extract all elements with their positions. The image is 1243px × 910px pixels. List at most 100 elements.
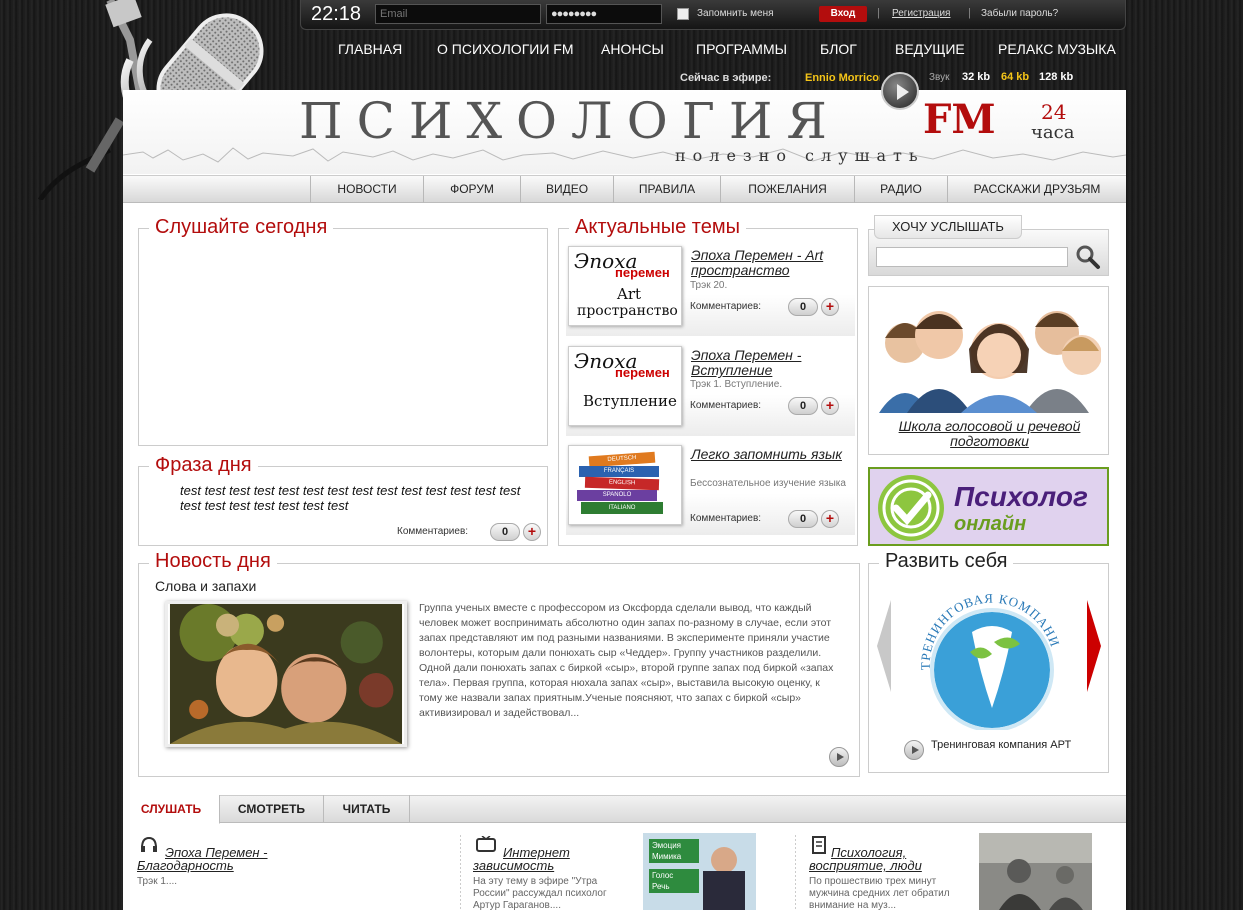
add-comment-button[interactable]: +: [821, 298, 839, 316]
topic-title[interactable]: Эпоха Перемен - Вступление: [691, 348, 851, 378]
news-play-button[interactable]: [829, 747, 849, 767]
comment-count: 0: [788, 298, 818, 316]
bottom-item-title[interactable]: Эпоха Перемен - Благодарность: [137, 846, 297, 872]
register-link[interactable]: Регистрация: [892, 8, 950, 19]
sub-nav-rules[interactable]: ПРАВИЛА: [613, 176, 720, 203]
bottom-item-subtitle: На эту тему в эфире "Утра России" рассуж…: [473, 876, 607, 910]
add-comment-button[interactable]: +: [821, 397, 839, 415]
news-image[interactable]: [165, 601, 407, 747]
psychologist-online-banner[interactable]: Психолог онлайн: [868, 467, 1109, 546]
topic-subtitle: Бессознательное изучение языка: [690, 478, 846, 489]
psychologist-line2: онлайн: [954, 513, 1027, 535]
add-comment-button[interactable]: +: [821, 510, 839, 528]
clock: 22:18: [311, 3, 362, 25]
tab-listen[interactable]: СЛУШАТЬ: [123, 795, 220, 824]
sub-nav: НОВОСТИ ФОРУМ ВИДЕО ПРАВИЛА ПОЖЕЛАНИЯ РА…: [123, 175, 1126, 203]
prev-arrow-icon[interactable]: [877, 600, 891, 692]
sub-nav-news[interactable]: НОВОСТИ: [310, 176, 423, 203]
listen-today-title: Слушайте сегодня: [149, 216, 334, 239]
search-icon[interactable]: [1075, 244, 1101, 270]
books-image[interactable]: DEUTSCH FRANÇAIS ENGLISH SPANOLO ITALIAN…: [568, 445, 682, 525]
login-button[interactable]: Вход: [819, 6, 867, 22]
bitrate-128[interactable]: 128 kb: [1039, 71, 1073, 83]
main-nav-item[interactable]: ПРОГРАММЫ: [696, 41, 787, 57]
bitrate-64[interactable]: 64 kb: [1001, 71, 1029, 83]
comment-count: 0: [490, 523, 520, 541]
develop-title: Развить себя: [879, 550, 1014, 573]
checkmark-icon: [878, 475, 944, 541]
sound-label: Звук: [929, 72, 950, 83]
develop-play-button[interactable]: [904, 740, 924, 760]
students-photo: [877, 293, 1101, 413]
sub-nav-tell-friends[interactable]: РАССКАЖИ ДРУЗЬЯМ: [947, 176, 1126, 203]
topic-image[interactable]: Эпоха перемен Art пространство: [568, 246, 682, 326]
main-nav-item[interactable]: РЕЛАКС МУЗЫКА: [998, 41, 1116, 57]
separator: |: [877, 7, 880, 19]
topics-title: Актуальные темы: [569, 216, 746, 239]
topic-title[interactable]: Эпоха Перемен - Art пространство: [691, 248, 851, 278]
remember-label: Запомнить меня: [697, 8, 774, 19]
sub-nav-forum[interactable]: ФОРУМ: [423, 176, 520, 203]
develop-caption[interactable]: Тренинговая компания АРТ: [931, 739, 1071, 751]
divider: [795, 835, 796, 910]
remember-checkbox[interactable]: [677, 8, 689, 20]
comment-count: 0: [788, 397, 818, 415]
sub-nav-radio[interactable]: РАДИО: [854, 176, 947, 203]
main-nav-item[interactable]: О ПСИХОЛОГИИ FM: [437, 41, 574, 57]
article-thumbnail[interactable]: [979, 833, 1092, 910]
add-comment-button[interactable]: +: [523, 523, 541, 541]
logo-fm: FM: [923, 96, 996, 143]
comments-label: Комментариев:: [690, 400, 762, 411]
tab-read[interactable]: ЧИТАТЬ: [324, 795, 410, 823]
art-company-logo[interactable]: ТРЕНИНГОВАЯ КОМПАНИЯ АРТ: [910, 580, 1070, 730]
listen-today-panel: [138, 228, 548, 446]
bottom-item-subtitle: По прошествию трех минут мужчина средних…: [809, 876, 950, 910]
phrase-text: test test test test test test test test …: [180, 483, 521, 513]
school-banner[interactable]: Школа голосовой и речевой подготовки: [868, 286, 1109, 455]
main-nav-item[interactable]: ГЛАВНАЯ: [338, 41, 402, 57]
onair-label: Сейчас в эфире:: [680, 72, 772, 84]
logo-hours: 24: [1041, 100, 1067, 124]
news-title: Новость дня: [149, 550, 277, 573]
bitrate-32[interactable]: 32 kb: [962, 71, 990, 83]
tab-watch[interactable]: СМОТРЕТЬ: [220, 795, 324, 823]
main-nav-item[interactable]: ВЕДУЩИЕ: [895, 41, 965, 57]
logo-title: ПСИХОЛОГИЯ: [299, 92, 841, 150]
topic-subtitle: Трэк 1. Вступление.: [690, 379, 783, 390]
psychologist-line1: Психолог: [954, 481, 1088, 512]
login-bar: 22:18 ●●●●●●●● Запомнить меня Вход | Рег…: [300, 0, 1126, 30]
divider: [460, 835, 461, 910]
sub-nav-wishes[interactable]: ПОЖЕЛАНИЯ: [720, 176, 854, 203]
comments-label: Комментариев:: [397, 526, 469, 537]
phrase-title: Фраза дня: [149, 454, 258, 477]
comments-label: Комментариев:: [690, 513, 762, 524]
password-input[interactable]: ●●●●●●●●: [546, 4, 662, 24]
main-nav-item[interactable]: АНОНСЫ: [601, 41, 664, 57]
topic-item[interactable]: DEUTSCH FRANÇAIS ENGLISH SPANOLO ITALIAN…: [566, 443, 855, 535]
header-band: ПСИХОЛОГИЯ FM полезно слушать 24 часа: [123, 90, 1126, 174]
topic-subtitle: Трэк 20.: [690, 280, 728, 291]
search-input[interactable]: [876, 247, 1068, 267]
news-subtitle[interactable]: Слова и запахи: [155, 578, 256, 594]
main-nav-item[interactable]: БЛОГ: [820, 41, 857, 57]
news-body: Группа ученых вместе с профессором из Ок…: [419, 602, 834, 719]
play-button[interactable]: [881, 72, 919, 110]
topic-image[interactable]: Эпоха перемен Вступление: [568, 346, 682, 426]
topic-item[interactable]: Эпоха перемен Вступление Эпоха Перемен -…: [566, 344, 855, 436]
onair-track: Ennio Morricone: [805, 72, 880, 84]
video-thumbnail[interactable]: Эмоция Мимика Голос Речь: [643, 833, 756, 910]
sub-nav-video[interactable]: ВИДЕО: [520, 176, 613, 203]
separator: |: [968, 7, 971, 19]
topic-item[interactable]: Эпоха перемен Art пространство Эпоха Пер…: [566, 244, 855, 336]
school-caption[interactable]: Школа голосовой и речевой подготовки: [875, 419, 1104, 449]
comments-label: Комментариев:: [690, 301, 762, 312]
search-title: ХОЧУ УСЛЫШАТЬ: [874, 215, 1022, 239]
next-arrow-icon[interactable]: [1087, 600, 1101, 692]
topic-title[interactable]: Легко запомнить язык: [691, 447, 851, 462]
bottom-item-title[interactable]: Интернет зависимость: [473, 846, 623, 872]
bottom-item-title[interactable]: Психология, восприятие, люди: [809, 846, 964, 872]
bottom-item-subtitle: Трэк 1....: [137, 876, 178, 887]
logo-slogan: полезно слушать: [675, 146, 925, 165]
forgot-password-link[interactable]: Забыли пароль?: [981, 8, 1058, 19]
email-input[interactable]: [375, 4, 541, 24]
